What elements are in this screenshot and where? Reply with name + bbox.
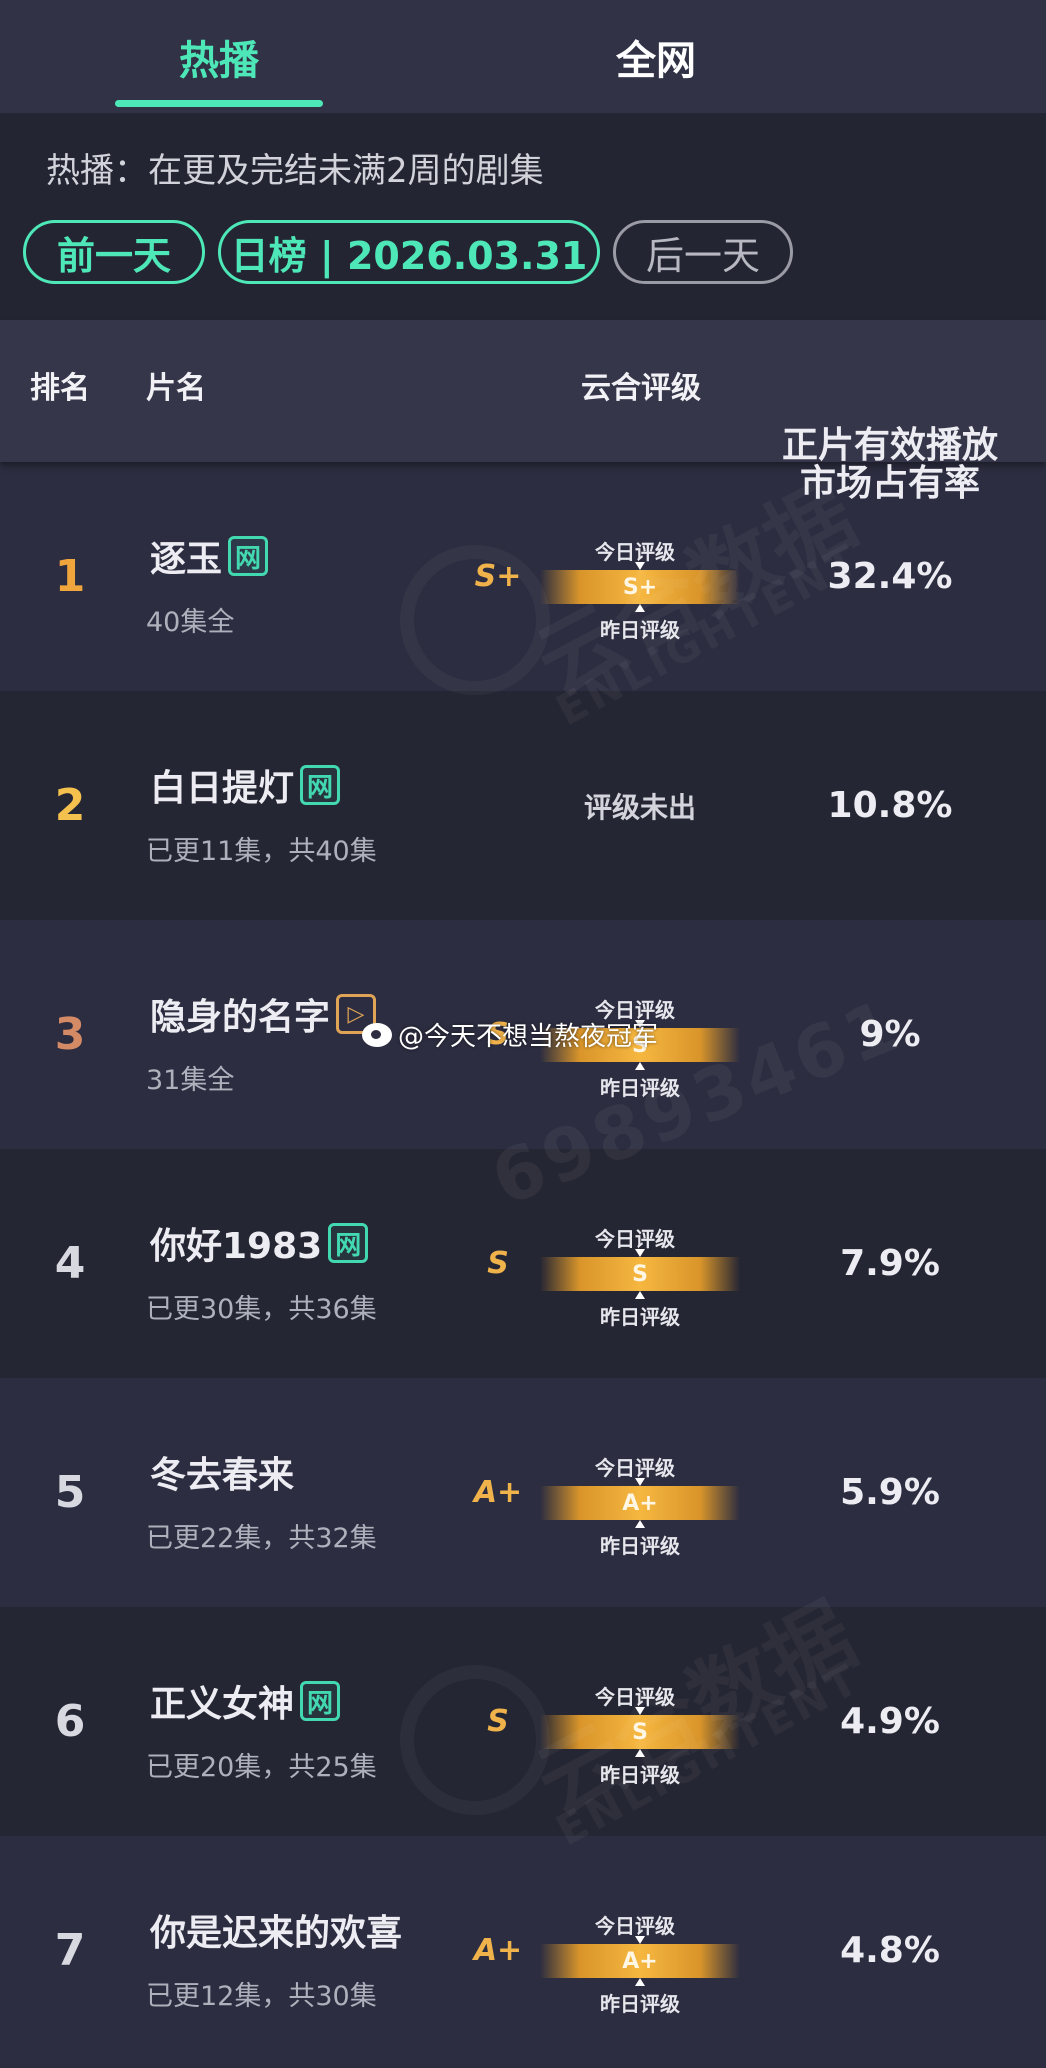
rank-number: 7: [54, 1925, 86, 1976]
rating-gauge: S: [540, 1257, 740, 1291]
prev-day-button[interactable]: 前一天: [23, 220, 205, 284]
rank-number: 4: [54, 1238, 86, 1289]
show-title-text: 你好1983: [150, 1226, 323, 1267]
market-share: 4.9%: [840, 1701, 940, 1742]
network-exclusive-badge: 网: [300, 765, 341, 805]
rating-gauge: A+: [540, 1486, 740, 1520]
episode-status: 已更12集，共30集: [146, 1981, 377, 2012]
today-rating-label: 今日评级: [595, 1456, 675, 1480]
rating-gauge: A+: [540, 1944, 740, 1978]
show-title-text: 你是迟来的欢喜: [150, 1913, 403, 1954]
today-marker-icon: [635, 1478, 645, 1486]
yesterday-rating-label: 昨日评级: [600, 1305, 680, 1329]
show-title-text: 正义女神: [150, 1684, 295, 1725]
yesterday-marker-icon: [635, 604, 645, 612]
show-title[interactable]: 正义女神网: [150, 1675, 341, 1727]
rank-number: 1: [54, 551, 86, 602]
rank-number: 3: [54, 1009, 86, 1060]
episode-status: 40集全: [146, 607, 235, 638]
today-marker-icon: [635, 1707, 645, 1715]
next-day-button[interactable]: 后一天: [613, 220, 793, 284]
episode-status: 已更22集，共32集: [146, 1523, 377, 1554]
network-exclusive-badge: 网: [300, 1681, 341, 1721]
yesterday-marker-icon: [635, 1749, 645, 1757]
table-row[interactable]: 6 正义女神网已更20集，共25集 S 今日评级 S 昨日评级 4.9%: [0, 1607, 1046, 1836]
yesterday-rating-label: 昨日评级: [600, 1534, 680, 1558]
header-title: 片名: [146, 371, 206, 406]
rating-gauge: S+: [540, 570, 740, 604]
yesterday-rating-label: 昨日评级: [600, 1763, 680, 1787]
today-marker-icon: [635, 1249, 645, 1257]
show-title-text: 白日提灯: [150, 768, 295, 809]
tab-bar: 热播 全网: [0, 0, 1046, 113]
today-marker-icon: [635, 1936, 645, 1944]
show-title-text: 隐身的名字: [150, 997, 331, 1038]
yesterday-marker-icon: [635, 1291, 645, 1299]
show-title[interactable]: 你是迟来的欢喜: [150, 1904, 402, 1956]
today-marker-icon: [635, 562, 645, 570]
network-exclusive-badge: 网: [228, 536, 269, 576]
date-selector[interactable]: 日榜 | 2026.03.31: [218, 220, 600, 284]
table-header: 排名 片名 云合评级 正片有效播放 市场占有率: [0, 320, 1046, 502]
yesterday-grade: S: [487, 1246, 509, 1281]
episode-status: 31集全: [146, 1065, 235, 1096]
yesterday-rating-label: 昨日评级: [600, 618, 680, 642]
yesterday-marker-icon: [635, 1520, 645, 1528]
yesterday-grade: S: [487, 1704, 509, 1739]
weibo-handle: @今天不想当熬夜冠军: [398, 1022, 659, 1052]
yesterday-marker-icon: [635, 1978, 645, 1986]
market-share: 4.8%: [840, 1930, 940, 1971]
yesterday-grade: S+: [474, 559, 522, 594]
rating-not-available: 评级未出: [583, 790, 696, 824]
show-title[interactable]: 白日提灯网: [150, 759, 341, 811]
network-exclusive-badge: 网: [328, 1223, 369, 1263]
episode-status: 已更20集，共25集: [146, 1752, 377, 1783]
weibo-watermark: @今天不想当熬夜冠军: [362, 1016, 658, 1053]
today-rating-label: 今日评级: [595, 540, 675, 564]
yesterday-grade: A+: [473, 1933, 523, 1968]
table-row[interactable]: 7 你是迟来的欢喜已更12集，共30集 A+ 今日评级 A+ 昨日评级 4.8%: [0, 1836, 1046, 2065]
market-share: 7.9%: [840, 1243, 940, 1284]
show-title[interactable]: 逐玉网: [150, 530, 269, 582]
tab-hot[interactable]: 热播: [115, 0, 323, 113]
tab-all-network[interactable]: 全网: [552, 0, 760, 113]
header-rank: 排名: [30, 371, 90, 406]
header-market-share[interactable]: 正片有效播放 市场占有率: [770, 350, 1010, 579]
active-tab-indicator: [115, 100, 323, 107]
yesterday-grade: A+: [473, 1475, 523, 1510]
show-title[interactable]: 你好1983 网: [150, 1217, 369, 1269]
today-rating-label: 今日评级: [595, 1227, 675, 1251]
show-title-text: 逐玉: [150, 539, 223, 580]
rank-number: 5: [54, 1467, 86, 1518]
rank-number: 6: [54, 1696, 86, 1747]
yesterday-rating-label: 昨日评级: [600, 1076, 680, 1100]
list-description: 热播：在更及完结未满2周的剧集: [46, 151, 544, 191]
episode-status: 已更30集，共36集: [146, 1294, 377, 1325]
market-share: 9%: [859, 1014, 921, 1055]
market-share: 5.9%: [840, 1472, 940, 1513]
weibo-icon: [362, 1022, 392, 1047]
market-share: 10.8%: [827, 785, 953, 826]
rank-number: 2: [54, 780, 86, 831]
filter-bar: 热播：在更及完结未满2周的剧集 前一天 日榜 | 2026.03.31 后一天: [0, 113, 1046, 320]
today-rating-label: 今日评级: [595, 1914, 675, 1938]
table-row[interactable]: 4 你好1983 网已更30集，共36集 S 今日评级 S 昨日评级 7.9%: [0, 1149, 1046, 1378]
header-rating: 云合评级: [581, 371, 701, 406]
yesterday-marker-icon: [635, 1062, 645, 1070]
show-title[interactable]: 冬去春来: [150, 1446, 294, 1498]
episode-status: 已更11集，共40集: [146, 836, 377, 867]
yesterday-rating-label: 昨日评级: [600, 1992, 680, 2016]
table-row[interactable]: 5 冬去春来已更22集，共32集 A+ 今日评级 A+ 昨日评级 5.9%: [0, 1378, 1046, 1607]
today-rating-label: 今日评级: [595, 1685, 675, 1709]
rating-gauge: S: [540, 1715, 740, 1749]
show-title[interactable]: 隐身的名字 ▷: [150, 988, 377, 1040]
table-row[interactable]: 2 白日提灯网已更11集，共40集 评级未出 10.8%: [0, 691, 1046, 920]
show-title-text: 冬去春来: [150, 1455, 295, 1496]
